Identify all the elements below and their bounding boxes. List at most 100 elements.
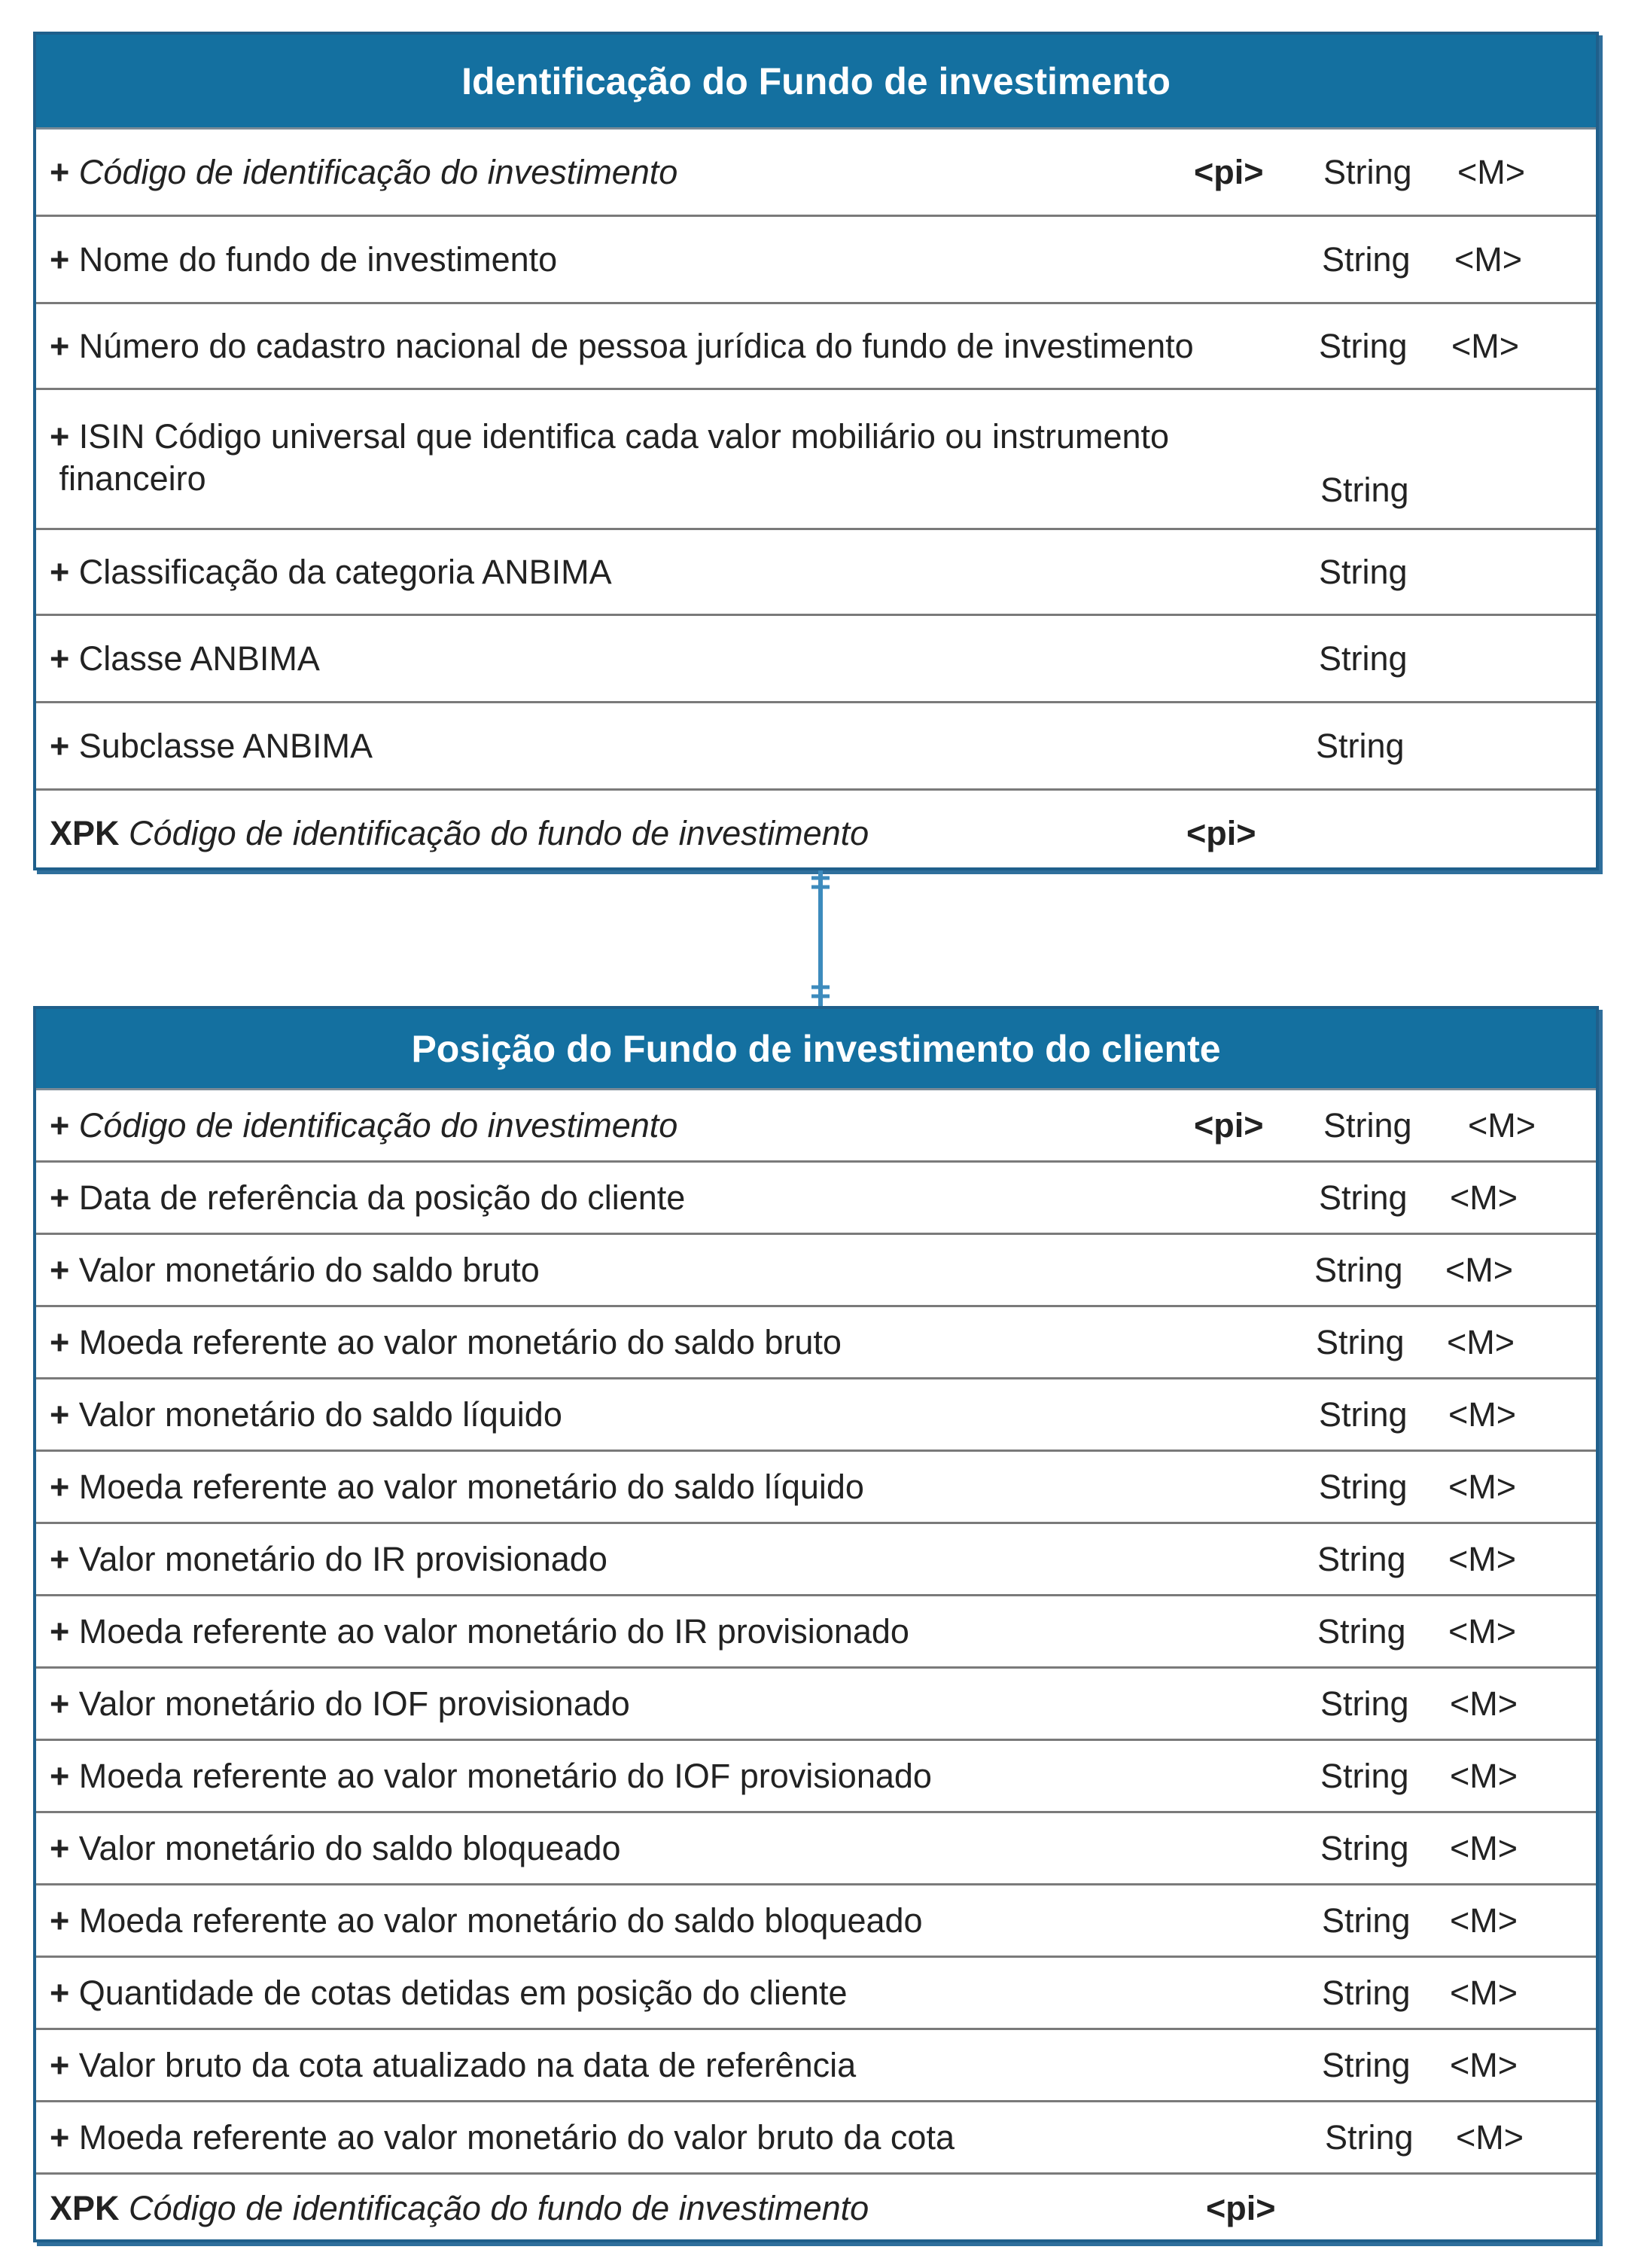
attribute-marker: + bbox=[50, 1539, 70, 1578]
attribute-name: + Moeda referente ao valor monetário do … bbox=[50, 1466, 864, 1508]
attribute-name: + Subclasse ANBIMA bbox=[50, 725, 373, 767]
attribute-type: String bbox=[1320, 1828, 1409, 1867]
mandatory-marker: <M> bbox=[1450, 1178, 1518, 1217]
attribute-label: Código de identificação do investimento bbox=[78, 152, 678, 191]
mandatory-marker: <M> bbox=[1450, 1901, 1518, 1940]
attribute-name: + Número do cadastro nacional de pessoa … bbox=[50, 325, 1194, 367]
attribute-label: Valor monetário do saldo bloqueado bbox=[78, 1828, 621, 1867]
attribute-label: Número do cadastro nacional de pessoa ju… bbox=[78, 326, 1194, 365]
attribute-row: + Data de referência da posição do clien… bbox=[36, 1163, 1596, 1235]
mandatory-marker: <M> bbox=[1450, 1684, 1518, 1723]
attribute-type: String bbox=[1319, 1178, 1408, 1217]
attribute-name: + Moeda referente ao valor monetário do … bbox=[50, 1900, 923, 1942]
attribute-marker: + bbox=[50, 417, 70, 456]
primary-identifier-marker: <pi> bbox=[1194, 1105, 1264, 1145]
attribute-marker: + bbox=[50, 1611, 70, 1651]
attribute-label: Quantidade de cotas detidas em posição d… bbox=[78, 1973, 848, 2012]
attribute-label: ISIN Código universal que identifica cad… bbox=[59, 417, 1170, 498]
attribute-name: + Código de identificação do investiment… bbox=[50, 151, 677, 194]
attribute-type: String bbox=[1319, 552, 1408, 591]
pk-marker: XPK bbox=[50, 813, 120, 852]
attribute-row: + Moeda referente ao valor monetário do … bbox=[36, 1596, 1596, 1669]
attribute-name: + Quantidade de cotas detidas em posição… bbox=[50, 1972, 847, 2014]
attribute-name: + ISIN Código universal que identifica c… bbox=[50, 416, 1169, 500]
attribute-marker: + bbox=[50, 726, 70, 765]
mandatory-marker: <M> bbox=[1448, 1395, 1517, 1434]
mandatory-marker: <M> bbox=[1457, 152, 1526, 191]
attribute-row: + ISIN Código universal que identifica c… bbox=[36, 390, 1596, 530]
attribute-name: + Moeda referente ao valor monetário do … bbox=[50, 1611, 909, 1653]
attribute-type: String bbox=[1319, 1395, 1408, 1434]
attribute-name: + Moeda referente ao valor monetário do … bbox=[50, 1755, 932, 1797]
attribute-marker: + bbox=[50, 639, 70, 678]
attribute-row: + Código de identificação do investiment… bbox=[36, 1090, 1596, 1163]
attribute-marker: + bbox=[50, 1756, 70, 1795]
attribute-row: + Número do cadastro nacional de pessoa … bbox=[36, 304, 1596, 390]
mandatory-marker: <M> bbox=[1447, 1322, 1515, 1361]
attribute-type: String bbox=[1323, 1105, 1412, 1145]
attribute-name: + Moeda referente ao valor monetário do … bbox=[50, 1321, 842, 1364]
attribute-marker: + bbox=[50, 1973, 70, 2012]
attribute-marker: + bbox=[50, 1395, 70, 1434]
attribute-marker: + bbox=[50, 1322, 70, 1361]
attribute-type: String bbox=[1320, 1756, 1409, 1795]
mandatory-marker: <M> bbox=[1450, 2045, 1518, 2084]
attribute-list: + Código de identificação do investiment… bbox=[36, 1090, 1596, 2242]
attribute-label: Moeda referente ao valor monetário do IO… bbox=[78, 1756, 932, 1795]
relationship-connector bbox=[811, 870, 830, 1006]
mandatory-marker: <M> bbox=[1451, 326, 1520, 365]
attribute-label: Data de referência da posição do cliente bbox=[78, 1178, 686, 1217]
attribute-type: String bbox=[1316, 726, 1405, 765]
mandatory-marker: <M> bbox=[1468, 1105, 1536, 1145]
attribute-row: + Valor monetário do IR provisionado Stri… bbox=[36, 1524, 1596, 1596]
attribute-row: + Moeda referente ao valor monetário do … bbox=[36, 2102, 1596, 2175]
attribute-row: + Valor monetário do saldo bloqueado Stri… bbox=[36, 1813, 1596, 1885]
attribute-row: + Valor monetário do IOF provisionado Str… bbox=[36, 1669, 1596, 1741]
attribute-type: String bbox=[1317, 1611, 1406, 1651]
mandatory-marker: <M> bbox=[1450, 1973, 1518, 2012]
mandatory-marker: <M> bbox=[1456, 2117, 1524, 2157]
attribute-label: Subclasse ANBIMA bbox=[78, 726, 373, 765]
attribute-type: String bbox=[1322, 239, 1411, 279]
primary-key-row: XPK Código de identificação do fundo de … bbox=[36, 2175, 1596, 2242]
attribute-type: String bbox=[1322, 1901, 1411, 1940]
attribute-name: XPK Código de identificação do fundo de … bbox=[50, 812, 869, 855]
entity-title: Identificação do Fundo de investimento bbox=[36, 35, 1596, 130]
mandatory-marker: <M> bbox=[1448, 1611, 1517, 1651]
attribute-label: Valor monetário do saldo bruto bbox=[78, 1250, 540, 1289]
attribute-marker: + bbox=[50, 1684, 70, 1723]
attribute-label: Moeda referente ao valor monetário do sa… bbox=[78, 1322, 842, 1361]
attribute-name: + Classificação da categoria ANBIMA bbox=[50, 551, 612, 593]
attribute-label: Nome do fundo de investimento bbox=[78, 239, 558, 279]
attribute-label: Valor monetário do saldo líquido bbox=[78, 1395, 562, 1434]
attribute-label: Moeda referente ao valor monetário do sa… bbox=[78, 1901, 923, 1940]
attribute-type: String bbox=[1319, 1467, 1408, 1506]
attribute-name: + Nome do fundo de investimento bbox=[50, 239, 557, 281]
attribute-marker: + bbox=[50, 1178, 70, 1217]
attribute-type: String bbox=[1319, 326, 1408, 365]
entity-title: Posição do Fundo de investimento do clie… bbox=[36, 1009, 1596, 1090]
attribute-row: + Valor monetário do saldo bruto String <M… bbox=[36, 1235, 1596, 1307]
attribute-row: + Moeda referente ao valor monetário do … bbox=[36, 1885, 1596, 1958]
attribute-row: + Nome do fundo de investimento String <M> bbox=[36, 217, 1596, 304]
mandatory-marker: <M> bbox=[1445, 1250, 1514, 1289]
attribute-marker: + bbox=[50, 326, 70, 365]
attribute-name: + Valor monetário do IOF provisionado bbox=[50, 1683, 630, 1725]
attribute-name: + Valor monetário do saldo bloqueado bbox=[50, 1828, 620, 1870]
attribute-label: Valor monetário do IR provisionado bbox=[78, 1539, 607, 1578]
mandatory-marker: <M> bbox=[1448, 1467, 1517, 1506]
attribute-row: + Moeda referente ao valor monetário do … bbox=[36, 1452, 1596, 1524]
attribute-marker: + bbox=[50, 1901, 70, 1940]
attribute-label: Classe ANBIMA bbox=[78, 639, 320, 678]
attribute-row: + Moeda referente ao valor monetário do … bbox=[36, 1307, 1596, 1379]
attribute-name: + Valor monetário do saldo bruto bbox=[50, 1249, 540, 1291]
attribute-marker: + bbox=[50, 239, 70, 279]
attribute-row: + Quantidade de cotas detidas em posição… bbox=[36, 1958, 1596, 2030]
attribute-row: + Valor monetário do saldo líquido String… bbox=[36, 1379, 1596, 1452]
mandatory-marker: <M> bbox=[1454, 239, 1523, 279]
attribute-type: String bbox=[1319, 639, 1408, 678]
pk-marker: XPK bbox=[50, 2189, 120, 2227]
attribute-name: XPK Código de identificação do fundo de … bbox=[50, 2187, 869, 2230]
attribute-label: Valor monetário do IOF provisionado bbox=[78, 1684, 630, 1723]
attribute-name: + Classe ANBIMA bbox=[50, 638, 320, 680]
